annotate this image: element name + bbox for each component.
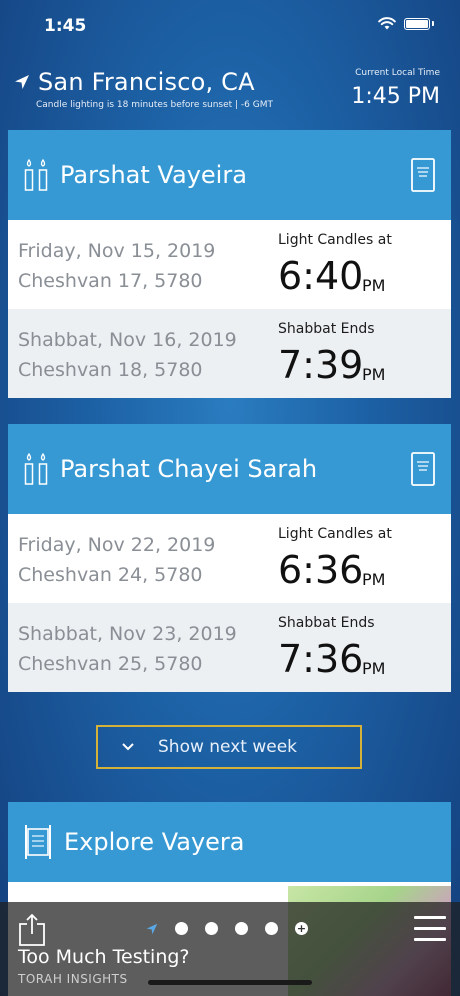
shabbat-ends-row: Shabbat, Nov 23, 2019 Cheshvan 25, 5780 … — [8, 603, 451, 692]
parsha-header[interactable]: Parshat Chayei Sarah — [8, 424, 451, 514]
shabbat-ends-row: Shabbat, Nov 16, 2019 Cheshvan 18, 5780 … — [8, 309, 451, 398]
local-time: 1:45 PM — [351, 84, 440, 109]
explore-title: Explore Vayera — [64, 828, 245, 856]
page-dot[interactable] — [265, 922, 278, 935]
location-arrow-icon — [15, 75, 29, 89]
parsha-header[interactable]: Parshat Vayeira — [8, 130, 451, 220]
home-indicator — [148, 980, 312, 985]
time-ampm: PM — [362, 659, 386, 678]
page-dots[interactable]: + — [146, 922, 308, 935]
explore-header[interactable]: Explore Vayera — [8, 802, 451, 882]
siddur-book-icon[interactable] — [411, 452, 435, 486]
battery-icon — [404, 17, 430, 30]
show-next-week-label: Show next week — [158, 737, 298, 757]
status-time: 1:45 — [44, 16, 87, 36]
time-label: Light Candles at — [278, 526, 392, 542]
time-ampm: PM — [362, 276, 386, 295]
parsha-title: Parshat Chayei Sarah — [60, 455, 318, 483]
candle-lighting-row: Friday, Nov 22, 2019 Cheshvan 24, 5780 L… — [8, 514, 451, 603]
time-value: 7:39 — [278, 343, 364, 387]
siddur-book-icon[interactable] — [411, 158, 435, 192]
time-label: Shabbat Ends — [278, 615, 375, 631]
battery-tip — [432, 21, 434, 26]
city-name[interactable]: San Francisco, CA — [38, 68, 255, 96]
location-selector[interactable]: San Francisco, CA — [14, 68, 255, 96]
chevron-down-icon — [122, 743, 134, 751]
hebrew-date: Cheshvan 17, 5780 — [18, 270, 203, 292]
page-dot[interactable] — [175, 922, 188, 935]
show-next-week-button[interactable]: Show next week — [96, 725, 362, 769]
gregorian-date: Shabbat, Nov 23, 2019 — [18, 623, 237, 645]
page-dot[interactable] — [205, 922, 218, 935]
parsha-title: Parshat Vayeira — [60, 161, 247, 189]
gregorian-date: Friday, Nov 15, 2019 — [18, 240, 216, 262]
week-card-2: Parshat Chayei Sarah Friday, Nov 22, 201… — [8, 424, 451, 692]
time-value: 6:36 — [278, 548, 364, 592]
share-icon[interactable] — [18, 914, 46, 946]
add-page-icon[interactable]: + — [295, 922, 308, 935]
hebrew-date: Cheshvan 24, 5780 — [18, 564, 203, 586]
wifi-icon — [378, 17, 396, 30]
local-time-label: Current Local Time — [355, 68, 440, 78]
page-dot[interactable] — [235, 922, 248, 935]
location-arrow-icon[interactable] — [146, 923, 158, 935]
torah-scroll-icon — [25, 825, 51, 859]
gregorian-date: Friday, Nov 22, 2019 — [18, 534, 216, 556]
article-subtitle: TORAH INSIGHTS — [18, 972, 128, 986]
candles-icon — [24, 158, 48, 191]
time-value: 7:36 — [278, 637, 364, 681]
status-bar: 1:45 — [0, 0, 460, 50]
time-value: 6:40 — [278, 254, 364, 298]
time-ampm: PM — [362, 365, 386, 384]
candle-lighting-note: Candle lighting is 18 minutes before sun… — [36, 100, 273, 110]
time-ampm: PM — [362, 570, 386, 589]
gregorian-date: Shabbat, Nov 16, 2019 — [18, 329, 237, 351]
article-title[interactable]: Too Much Testing? — [18, 946, 190, 968]
hebrew-date: Cheshvan 25, 5780 — [18, 653, 203, 675]
time-label: Light Candles at — [278, 232, 392, 248]
status-icons — [378, 17, 434, 30]
location-header: San Francisco, CA Candle lighting is 18 … — [0, 62, 460, 122]
candles-icon — [24, 452, 48, 485]
week-card-1: Parshat Vayeira Friday, Nov 15, 2019 Che… — [8, 130, 451, 398]
candle-lighting-row: Friday, Nov 15, 2019 Cheshvan 17, 5780 L… — [8, 220, 451, 309]
hebrew-date: Cheshvan 18, 5780 — [18, 359, 203, 381]
time-label: Shabbat Ends — [278, 321, 375, 337]
hamburger-menu-icon[interactable] — [414, 916, 446, 949]
